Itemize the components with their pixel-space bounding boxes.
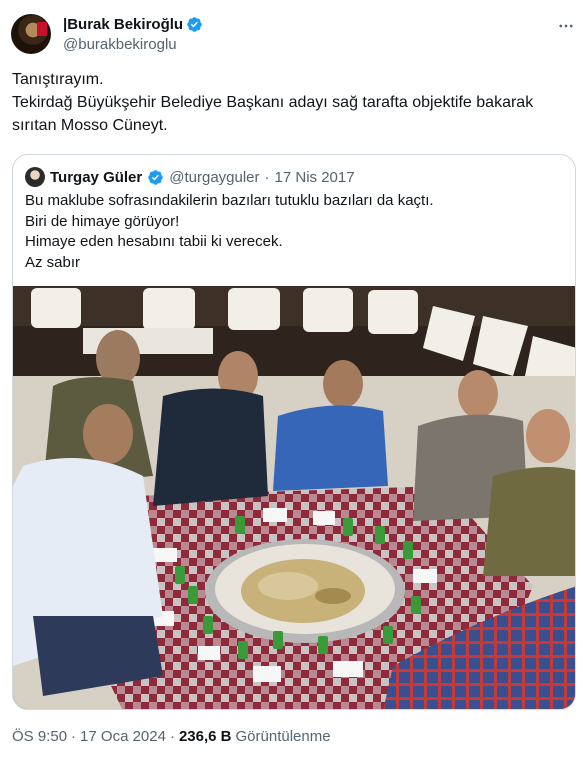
author-avatar[interactable] (11, 14, 51, 54)
author-info: |Burak Bekiroğlu @burakbekiroglu (63, 15, 203, 55)
footer-separator-1: · (71, 728, 77, 745)
tweet-text: Tanıştırayım. Tekirdağ Büyükşehir Beledi… (12, 71, 534, 134)
author-handle[interactable]: @burakbekiroglu (63, 35, 203, 55)
quoted-display-name: Turgay Güler (50, 168, 143, 186)
views-label: Görüntülenme (235, 728, 331, 745)
quoted-date: 17 Nis 2017 (274, 168, 355, 186)
tweet-header: |Burak Bekiroğlu @burakbekiroglu (11, 14, 576, 56)
dinner-photo[interactable] (13, 286, 575, 709)
quoted-separator: · (264, 168, 270, 186)
tweet-footer: ÖS 9:50 · 17 Oca 2024 · 236,6 B Görüntül… (12, 728, 331, 745)
author-display-name[interactable]: |Burak Bekiroğlu (63, 15, 203, 34)
more-icon[interactable] (556, 16, 576, 36)
quoted-header: Turgay Güler @turgayguler · 17 Nis 2017 (25, 167, 355, 187)
views-count: 236,6 B (178, 728, 232, 745)
quoted-tweet[interactable]: Turgay Güler @turgayguler · 17 Nis 2017 … (12, 154, 576, 710)
quoted-verified-badge-icon (148, 169, 164, 185)
footer-separator-2: · (169, 728, 175, 745)
tweet-time[interactable]: ÖS 9:50 (12, 728, 67, 745)
verified-badge-icon (187, 17, 202, 32)
author-name-text[interactable]: |Burak Bekiroğlu (63, 15, 183, 34)
tweet-date[interactable]: 17 Oca 2024 (80, 728, 166, 745)
dinner-photo-illustration (13, 286, 575, 709)
quoted-handle: @turgayguler (169, 168, 260, 186)
quoted-text: Bu maklube sofrasındakilerin bazıları tu… (25, 192, 434, 271)
quoted-avatar (25, 167, 45, 187)
